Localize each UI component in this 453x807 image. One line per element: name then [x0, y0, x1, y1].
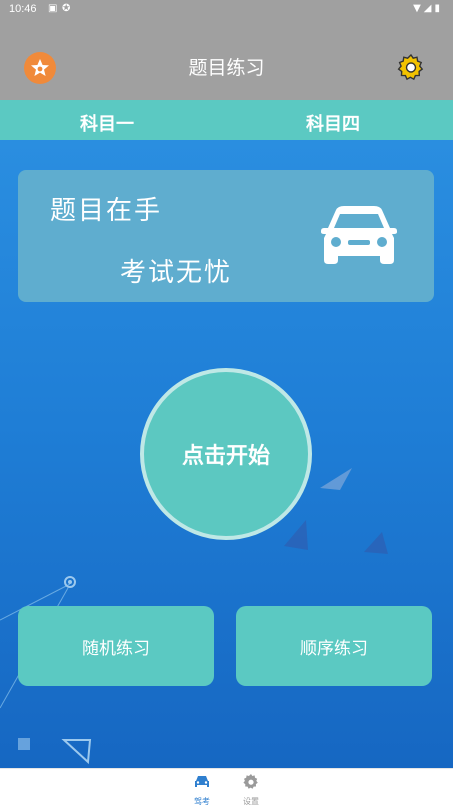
status-right-icons: ▼◢▮: [413, 3, 443, 14]
app-bar: 题目练习: [0, 20, 453, 100]
car-icon: [195, 776, 209, 787]
nav-item-settings[interactable]: 设置: [231, 773, 271, 807]
gear-icon: [243, 774, 258, 789]
random-practice-button[interactable]: 随机练习: [18, 606, 214, 686]
nav-label-settings: 设置: [243, 797, 259, 806]
nav-item-drive[interactable]: 驾考: [182, 773, 222, 807]
order-practice-button[interactable]: 顺序练习: [236, 606, 432, 686]
page-title: 题目练习: [188, 57, 265, 79]
app-notification-icon: ✪: [62, 3, 71, 14]
nav-label-drive: 驾考: [194, 797, 210, 806]
settings-button[interactable]: [394, 50, 428, 84]
subject-tabs: 科目一 科目四: [0, 100, 453, 140]
status-time: 10:46: [9, 3, 37, 15]
wifi-icon: ▼: [413, 3, 424, 14]
slogan-card: 题目在手 考试无忧: [18, 170, 434, 302]
gear-icon: [397, 53, 424, 81]
sim-icon: ▣: [48, 3, 58, 14]
tab-subject-four[interactable]: 科目四: [306, 110, 360, 136]
main-content: 题目在手 考试无忧 点击开始 随机练习 顺序练习: [0, 140, 453, 768]
bottom-nav: 驾考 设置: [0, 768, 453, 807]
status-bar: 10:46 ▣ ✪ ▼◢▮: [0, 0, 453, 20]
tab-subject-one[interactable]: 科目一: [80, 110, 134, 136]
signal-icon: ◢: [423, 3, 435, 14]
battery-icon: ▮: [434, 3, 443, 14]
start-button[interactable]: 点击开始: [140, 368, 312, 540]
slogan-line-2: 考试无忧: [120, 258, 233, 288]
slogan-line-1: 题目在手: [50, 196, 163, 226]
screen: 10:46 ▣ ✪ ▼◢▮ 题目练习 科目一 科目四 题目在手 考试无忧 点击开…: [0, 0, 453, 807]
car-icon: [321, 206, 397, 264]
